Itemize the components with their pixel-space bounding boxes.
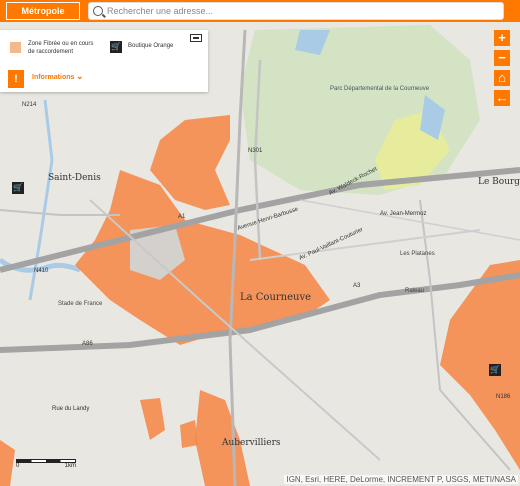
label-aubervilliers: Aubervilliers: [221, 438, 281, 448]
scale-bar: 0 1km: [16, 459, 76, 469]
chevron-down-icon[interactable]: ⌄: [76, 71, 84, 82]
scale-zero: 0: [16, 463, 20, 469]
label-les-platanes: Les Platanes: [400, 251, 435, 257]
label-parc: Parc Départemental de la Courneuve: [330, 86, 430, 92]
scale-end: 1km: [64, 463, 76, 469]
label-a86: A86: [82, 341, 93, 347]
shop-cart-icon[interactable]: 🛒: [489, 364, 501, 376]
fiber-zone-label: Zone Fibrée ou en cours de raccordement: [28, 41, 94, 55]
shop-legend-label: Boutique Orange: [128, 43, 174, 49]
back-button[interactable]: ←: [494, 90, 510, 106]
fiber-zone-swatch: [10, 42, 21, 53]
label-la-courneuve: La Courneuve: [240, 292, 311, 303]
label-n410: N410: [34, 268, 49, 274]
label-raleau: Raleau: [405, 288, 424, 294]
shop-cart-icon[interactable]: 🛒: [12, 182, 24, 194]
informations-toggle[interactable]: Informations: [32, 74, 74, 81]
label-saint-denis: Saint-Denis: [48, 173, 101, 183]
top-bar: Métropole Rechercher une adresse...: [0, 0, 520, 22]
label-n186: N186: [496, 394, 511, 400]
zoom-in-button[interactable]: +: [494, 30, 510, 46]
search-placeholder: Rechercher une adresse...: [107, 6, 214, 16]
metropole-button[interactable]: Métropole: [6, 2, 80, 20]
label-n301: N301: [248, 148, 263, 154]
info-icon[interactable]: !: [8, 70, 24, 88]
label-a3: A3: [353, 283, 361, 289]
label-a1: A1: [178, 214, 186, 220]
home-extent-button[interactable]: ⌂: [494, 70, 510, 86]
map-attribution: IGN, Esri, HERE, DeLorme, INCREMENT P, U…: [284, 475, 518, 484]
label-n214: N214: [22, 102, 37, 108]
search-input[interactable]: Rechercher une adresse...: [88, 2, 504, 20]
zoom-out-button[interactable]: −: [494, 50, 510, 66]
search-icon: [93, 6, 103, 16]
shop-legend-icon: 🛒: [110, 41, 122, 53]
label-stade: Stade de France: [58, 301, 103, 307]
collapse-legend-button[interactable]: [190, 34, 202, 42]
label-le-bourget: Le Bourget: [478, 177, 520, 187]
label-rue-du-landy: Rue du Landy: [52, 406, 89, 412]
label-av-jean-mermoz: Av. Jean-Mermoz: [380, 211, 426, 217]
legend-panel: Zone Fibrée ou en cours de raccordement …: [0, 30, 208, 92]
